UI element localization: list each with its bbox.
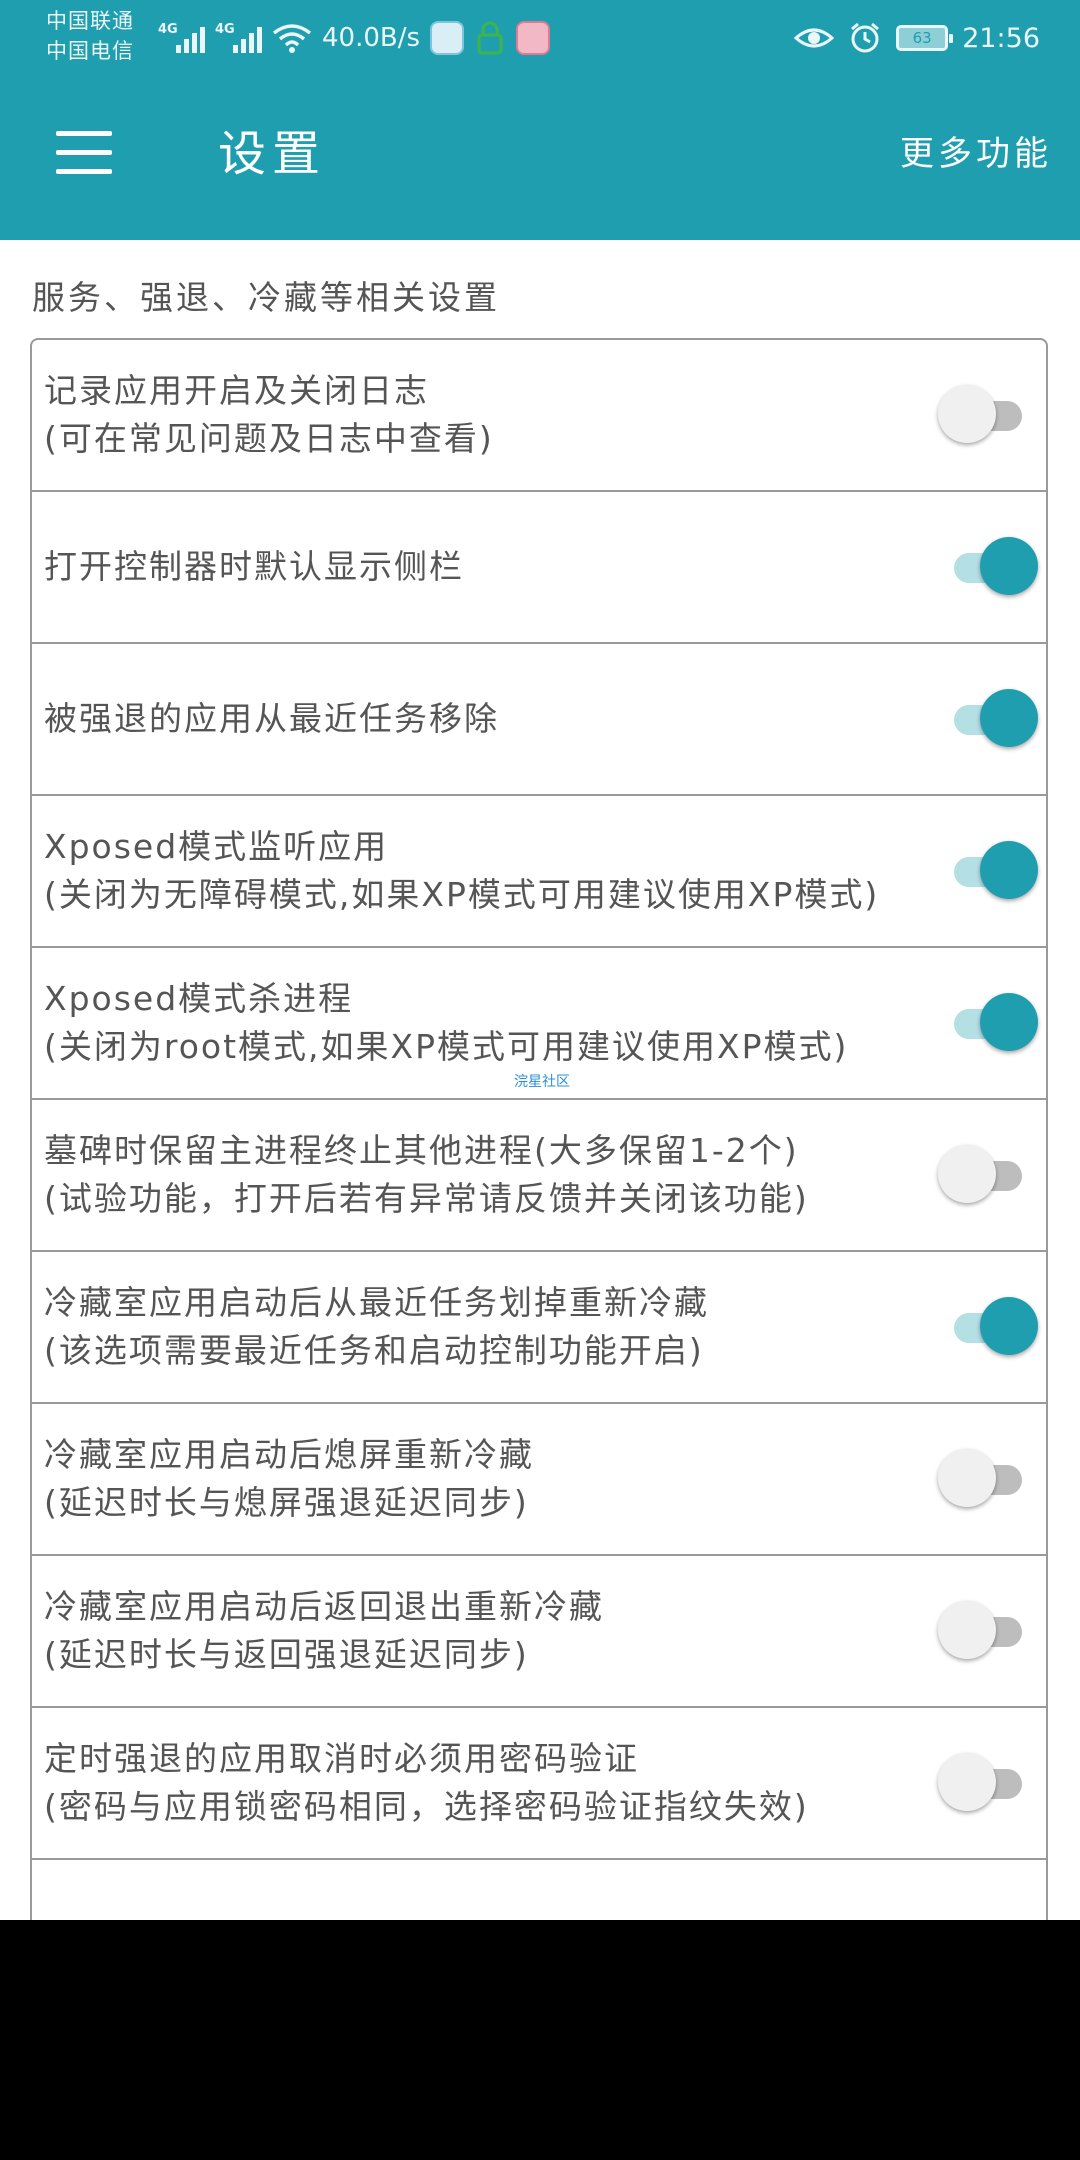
network-type-2: 4G xyxy=(215,22,235,37)
signal-icon-2: 4G xyxy=(215,23,262,53)
setting-text: 冷藏室应用启动后从最近任务划掉重新冷藏 (该选项需要最近任务和启动控制功能开启) xyxy=(44,1279,924,1375)
network-type-1: 4G xyxy=(158,22,178,37)
setting-label: 打开控制器时默认显示侧栏 xyxy=(44,547,464,586)
setting-label: 冷藏室应用启动后从最近任务划掉重新冷藏 xyxy=(44,1283,709,1322)
setting-text: 冷藏室应用启动后熄屏重新冷藏 (延迟时长与熄屏强退延迟同步) xyxy=(44,1431,924,1527)
setting-label: 冷藏室应用启动后返回退出重新冷藏 xyxy=(44,1587,604,1626)
setting-row[interactable]: 被强退的应用从最近任务移除 xyxy=(32,644,1046,796)
clock: 21:56 xyxy=(962,22,1040,54)
setting-row[interactable]: Xposed模式监听应用 (关闭为无障碍模式,如果XP模式可用建议使用XP模式) xyxy=(32,796,1046,948)
setting-row[interactable]: 冷藏室应用启动后从最近任务划掉重新冷藏 (该选项需要最近任务和启动控制功能开启) xyxy=(32,1252,1046,1404)
status-bar: 中国联通 中国电信 4G 4G 40.0B/s 63 21:56 xyxy=(0,0,1080,76)
setting-description: (关闭为无障碍模式,如果XP模式可用建议使用XP模式) xyxy=(44,875,880,914)
eye-icon xyxy=(794,28,835,48)
page-title: 设置 xyxy=(218,126,327,182)
alarm-icon xyxy=(851,22,880,53)
toggle-switch[interactable] xyxy=(938,1751,1038,1815)
toggle-switch[interactable] xyxy=(938,991,1038,1055)
setting-label: 定时强退的应用取消时必须用密码验证 xyxy=(44,1739,639,1778)
switch-thumb xyxy=(938,1145,996,1203)
toggle-switch[interactable] xyxy=(938,1447,1038,1511)
setting-description: (延迟时长与熄屏强退延迟同步) xyxy=(44,1483,529,1522)
carrier-names: 中国联通 中国电信 xyxy=(46,6,134,66)
setting-row[interactable]: 打开控制器时默认显示侧栏 xyxy=(32,492,1046,644)
watermark: 浣星社区 xyxy=(514,1074,570,1090)
setting-label: 冷藏室应用启动后熄屏重新冷藏 xyxy=(44,1435,534,1474)
status-right-icons: 63 21:56 xyxy=(794,18,1040,58)
toggle-switch[interactable] xyxy=(938,1295,1038,1359)
setting-row[interactable]: 冷藏室应用启动后熄屏重新冷藏 (延迟时长与熄屏强退延迟同步) xyxy=(32,1404,1046,1556)
switch-thumb xyxy=(938,1449,996,1507)
setting-text: 定时强退的应用取消时必须用密码验证 (密码与应用锁密码相同，选择密码验证指纹失效) xyxy=(44,1735,924,1831)
toggle-switch[interactable] xyxy=(938,535,1038,599)
battery-level: 63 xyxy=(912,29,932,47)
setting-description: (可在常见问题及日志中查看) xyxy=(44,419,494,458)
signal-icon-1: 4G xyxy=(158,23,205,53)
toolbar: 设置 更多功能 xyxy=(0,76,1080,240)
carrier-2: 中国电信 xyxy=(46,39,134,63)
setting-description: (该选项需要最近任务和启动控制功能开启) xyxy=(44,1331,704,1370)
list-item-partial[interactable] xyxy=(30,1856,1048,1920)
app-notification-icon-2 xyxy=(516,21,551,55)
settings-list: 记录应用开启及关闭日志 (可在常见问题及日志中查看) 打开控制器时默认显示侧栏 被强退… xyxy=(30,338,1048,1860)
switch-thumb xyxy=(938,1753,996,1811)
switch-thumb xyxy=(980,993,1038,1051)
setting-text: 记录应用开启及关闭日志 (可在常见问题及日志中查看) xyxy=(44,367,924,463)
network-speed: 40.0B/s xyxy=(322,23,421,53)
toggle-switch[interactable] xyxy=(938,839,1038,903)
setting-text: 墓碑时保留主进程终止其他进程(大多保留1-2个) (试验功能，打开后若有异常请反馈… xyxy=(44,1127,924,1223)
switch-thumb xyxy=(938,385,996,443)
setting-description: (关闭为root模式,如果XP模式可用建议使用XP模式) xyxy=(44,1027,849,1066)
setting-label: 被强退的应用从最近任务移除 xyxy=(44,699,499,738)
setting-text: 被强退的应用从最近任务移除 xyxy=(44,695,924,743)
app-window: 中国联通 中国电信 4G 4G 40.0B/s 63 21:56 设置 更多功能… xyxy=(0,0,1080,1920)
toggle-switch[interactable] xyxy=(938,687,1038,751)
switch-thumb xyxy=(980,689,1038,747)
setting-text: 打开控制器时默认显示侧栏 xyxy=(44,543,924,591)
setting-label: 记录应用开启及关闭日志 xyxy=(44,371,429,410)
wifi-icon xyxy=(272,24,312,53)
setting-row[interactable]: 记录应用开启及关闭日志 (可在常见问题及日志中查看) xyxy=(32,340,1046,492)
section-header: 服务、强退、冷藏等相关设置 xyxy=(32,278,500,317)
toggle-switch[interactable] xyxy=(938,1143,1038,1207)
switch-thumb xyxy=(938,1601,996,1659)
switch-thumb xyxy=(980,841,1038,899)
setting-text: Xposed模式监听应用 (关闭为无障碍模式,如果XP模式可用建议使用XP模式) xyxy=(44,823,924,919)
battery-icon: 63 xyxy=(896,25,954,51)
menu-icon[interactable] xyxy=(56,131,112,175)
switch-thumb xyxy=(980,537,1038,595)
app-notification-icon-1 xyxy=(430,21,465,55)
switch-thumb xyxy=(980,1297,1038,1355)
setting-row[interactable]: 定时强退的应用取消时必须用密码验证 (密码与应用锁密码相同，选择密码验证指纹失效) xyxy=(32,1708,1046,1860)
setting-description: (延迟时长与返回强退延迟同步) xyxy=(44,1635,529,1674)
carrier-1: 中国联通 xyxy=(46,9,134,33)
setting-label: Xposed模式监听应用 xyxy=(44,827,389,866)
setting-label: Xposed模式杀进程 xyxy=(44,979,354,1018)
status-left-icons: 4G 4G 40.0B/s xyxy=(158,18,551,58)
setting-text: 冷藏室应用启动后返回退出重新冷藏 (延迟时长与返回强退延迟同步) xyxy=(44,1583,924,1679)
setting-text: Xposed模式杀进程 (关闭为root模式,如果XP模式可用建议使用XP模式) xyxy=(44,975,924,1071)
setting-description: (密码与应用锁密码相同，选择密码验证指纹失效) xyxy=(44,1787,809,1826)
lock-app-icon xyxy=(477,21,503,55)
toggle-switch[interactable] xyxy=(938,1599,1038,1663)
more-functions-button[interactable]: 更多功能 xyxy=(900,132,1052,176)
setting-row[interactable]: 冷藏室应用启动后返回退出重新冷藏 (延迟时长与返回强退延迟同步) xyxy=(32,1556,1046,1708)
toggle-switch[interactable] xyxy=(938,383,1038,447)
setting-label: 墓碑时保留主进程终止其他进程(大多保留1-2个) xyxy=(44,1131,799,1170)
setting-row[interactable]: 墓碑时保留主进程终止其他进程(大多保留1-2个) (试验功能，打开后若有异常请反馈… xyxy=(32,1100,1046,1252)
setting-description: (试验功能，打开后若有异常请反馈并关闭该功能) xyxy=(44,1179,809,1218)
